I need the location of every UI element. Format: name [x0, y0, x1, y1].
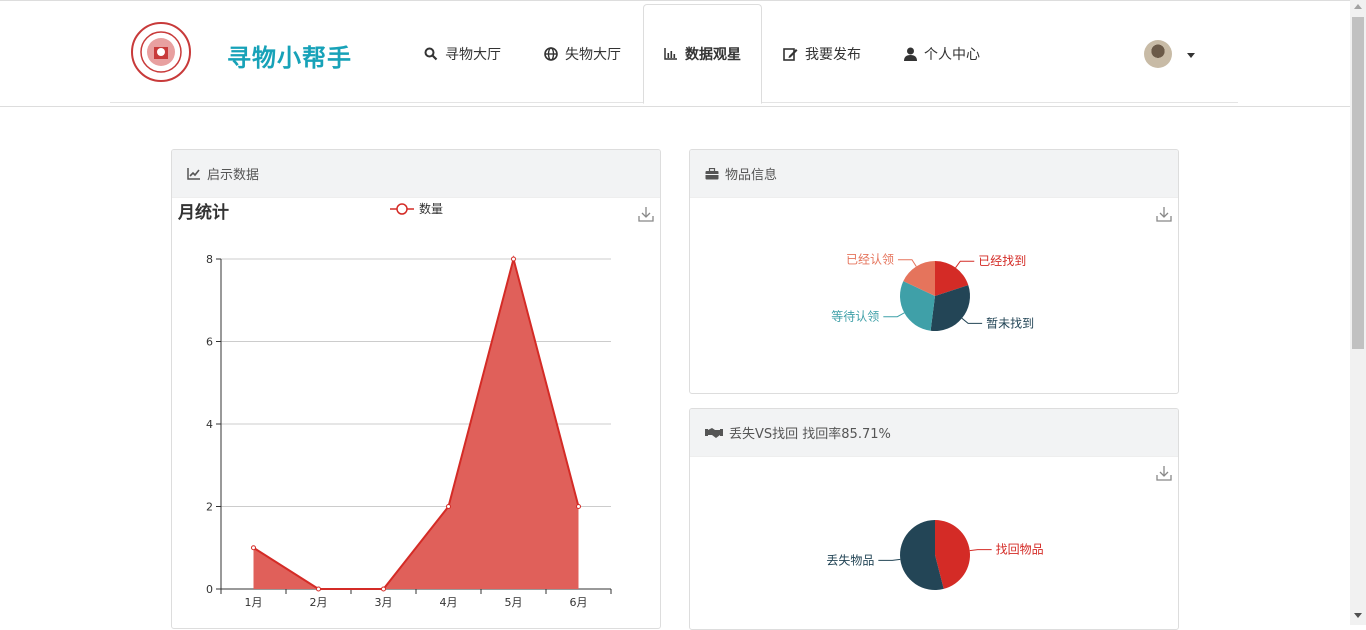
edit-icon [783, 48, 798, 61]
slice-label: 已经找到 [978, 254, 1026, 268]
item-info-card: 物品信息 已经找到暂未找到 等待认领 已经认领 [689, 149, 1179, 394]
label-leader-line [961, 317, 983, 324]
avatar[interactable] [1144, 40, 1172, 68]
slice-label: 丢失物品 [826, 552, 874, 567]
monthly-area-chart: 月统计 数量 0 2 4 6 8 1月 2月 3月 4月 5月 6月 [177, 201, 612, 609]
chart-title: 月统计 [177, 202, 229, 223]
search-icon [424, 47, 438, 61]
nav-item-label: 我要发布 [805, 47, 861, 63]
scroll-down-arrow-icon[interactable] [1354, 613, 1362, 618]
y-tick-label: 0 [206, 583, 213, 596]
notice-data-card: 启示数据 月统计 数量 0 2 4 6 8 1月 2月 3月 4月 5月 6月 [171, 149, 661, 629]
card-title: 启示数据 [207, 168, 260, 183]
nav-item-label: 个人中心 [924, 47, 980, 63]
label-leader-line [878, 558, 901, 561]
slice-label: 暂未找到 [986, 316, 1034, 330]
label-leader-line [897, 259, 917, 267]
data-point [316, 586, 321, 592]
data-point [381, 586, 386, 592]
y-tick-label: 4 [206, 418, 213, 431]
label-leader-line [883, 312, 905, 318]
scroll-up-arrow-icon[interactable] [1354, 4, 1362, 9]
y-tick-label: 2 [206, 501, 213, 514]
data-point [576, 504, 581, 509]
nav-item-search-hall[interactable]: 寻物大厅 [424, 4, 501, 104]
download-icon[interactable] [1156, 206, 1172, 222]
handshake-icon [705, 427, 723, 438]
data-point [446, 504, 451, 509]
download-icon[interactable] [1156, 465, 1172, 481]
slice-label: 等待认领 [831, 310, 879, 324]
item-status-pie-chart: 已经找到暂未找到 等待认领 已经认领 [831, 253, 1034, 331]
lost-vs-found-card: 丢失VS找回 找回率85.71% 找回物品丢失物品 [689, 408, 1179, 630]
x-tick-label: 5月 [505, 596, 523, 609]
data-point [251, 545, 256, 551]
line-chart-icon [187, 167, 200, 180]
nav-item-data-stats[interactable]: 数据观星 [643, 4, 762, 104]
data-point [511, 256, 516, 262]
x-tick-label: 1月 [245, 596, 263, 609]
y-tick-label: 6 [206, 336, 213, 349]
nav-item-lost-hall[interactable]: 失物大厅 [544, 4, 621, 104]
x-tick-label: 6月 [570, 596, 588, 609]
nav-item-publish[interactable]: 我要发布 [783, 4, 861, 104]
globe-icon [544, 47, 558, 61]
brand-title[interactable]: 寻物小帮手 [227, 38, 352, 73]
card-title: 丢失VS找回 找回率85.71% [729, 427, 891, 442]
caret-down-icon[interactable] [1187, 53, 1195, 58]
nav-item-label: 数据观星 [685, 47, 741, 63]
card-header: 启示数据 [172, 150, 660, 198]
label-leader-line [955, 260, 975, 268]
y-tick-label: 8 [206, 253, 213, 266]
x-tick-label: 2月 [310, 596, 328, 609]
legend-marker [396, 203, 408, 215]
slice-label: 已经认领 [846, 253, 894, 267]
briefcase-icon [705, 167, 719, 179]
card-title: 物品信息 [725, 168, 778, 183]
scrollbar-thumb[interactable] [1352, 17, 1364, 349]
card-header: 物品信息 [690, 150, 1178, 198]
navbar: 寻物小帮手 寻物大厅 失物大厅 数据观星 我要发布 个人中心 [0, 1, 1350, 107]
slice-label: 找回物品 [996, 543, 1044, 557]
nav-item-label: 寻物大厅 [445, 47, 501, 63]
card-header: 丢失VS找回 找回率85.71% [690, 409, 1178, 457]
label-leader-line [969, 549, 992, 552]
legend-label: 数量 [419, 201, 443, 216]
x-tick-label: 4月 [440, 596, 458, 609]
bar-chart-icon [664, 48, 677, 60]
user-icon [904, 47, 917, 61]
university-logo [131, 22, 191, 82]
lost-found-pie-chart: 找回物品丢失物品 [826, 520, 1044, 590]
x-tick-label: 3月 [375, 596, 393, 609]
navbar-inner: 寻物小帮手 寻物大厅 失物大厅 数据观星 我要发布 个人中心 [110, 1, 1238, 104]
nav-item-profile[interactable]: 个人中心 [904, 4, 980, 104]
download-icon[interactable] [638, 206, 654, 222]
vertical-scrollbar[interactable] [1350, 0, 1366, 625]
nav-item-label: 失物大厅 [565, 47, 621, 63]
